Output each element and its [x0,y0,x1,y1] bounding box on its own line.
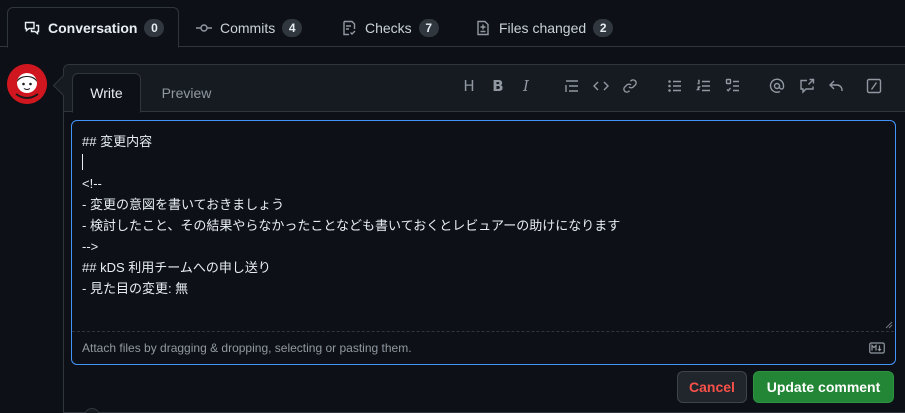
comment-editor: Write Preview H B I ## 変更内容 <!-- - 変更の意図… [63,64,905,413]
tab-preview[interactable]: Preview [152,73,221,113]
git-commit-icon [196,20,212,36]
tab-commits-label: Commits [220,19,276,36]
attach-files-text: Attach files by dragging & dropping, sel… [82,341,412,355]
heading-icon[interactable]: H [459,76,479,96]
tab-checks-label: Checks [365,19,412,36]
tab-conversation-count: 0 [144,18,165,37]
resize-grip-icon[interactable] [885,321,893,329]
update-comment-button[interactable]: Update comment [753,371,894,403]
pull-request-tabs: Conversation 0 Commits 4 Checks 7 Files … [0,0,905,48]
textarea-line: --> [82,239,99,254]
tab-checks[interactable]: Checks 7 [341,7,461,48]
tab-files-changed-count: 2 [593,18,614,37]
textarea-line: - 検討したこと、その結果やらなかったことなども書いておくとレビュアーの助けにな… [82,218,621,233]
textarea-line: <!-- [82,176,102,191]
editor-header: Write Preview H B I [64,65,905,113]
textarea-line: ## 変更内容 [82,134,153,149]
comment-discussion-icon [24,20,40,36]
textarea-line: - 変更の意図を書いておきましょう [82,197,285,212]
mention-icon[interactable] [767,76,787,96]
textarea-line-caret [82,152,884,173]
tab-files-changed[interactable]: Files changed 2 [475,7,635,48]
cancel-button[interactable]: Cancel [677,371,747,403]
tab-conversation[interactable]: Conversation 0 [7,7,179,48]
avatar[interactable] [7,64,47,104]
textarea-line: - 見た目の変更: 無 [82,281,189,296]
quote-icon[interactable] [562,76,582,96]
comment-textarea-container: ## 変更内容 <!-- - 変更の意図を書いておきましょう - 検討したこと、その結… [71,120,896,365]
cross-reference-icon[interactable] [797,76,817,96]
bold-icon[interactable]: B [488,76,508,96]
tab-files-changed-label: Files changed [499,19,587,36]
ordered-list-icon[interactable] [694,76,714,96]
file-diff-icon [475,20,491,36]
tab-write[interactable]: Write [72,73,141,113]
text-caret [82,154,83,170]
checklist-icon [341,20,357,36]
reply-icon[interactable] [826,76,846,96]
link-icon[interactable] [620,76,640,96]
tab-conversation-label: Conversation [48,19,138,36]
comment-textarea[interactable]: ## 変更内容 <!-- - 変更の意図を書いておきましょう - 検討したこと、その結… [72,121,894,332]
unordered-list-icon[interactable] [665,76,685,96]
markdown-icon [869,342,885,354]
task-list-icon[interactable] [723,76,743,96]
attach-files-bar[interactable]: Attach files by dragging & dropping, sel… [72,333,894,363]
code-icon[interactable] [591,76,611,96]
italic-icon[interactable]: I [516,76,536,96]
textarea-line: ## kDS 利用チームへの申し送り [82,260,271,275]
tab-commits-count: 4 [282,18,303,37]
tab-commits[interactable]: Commits 4 [196,7,326,48]
tab-checks-count: 7 [418,18,439,37]
slash-commands-icon[interactable] [864,76,884,96]
